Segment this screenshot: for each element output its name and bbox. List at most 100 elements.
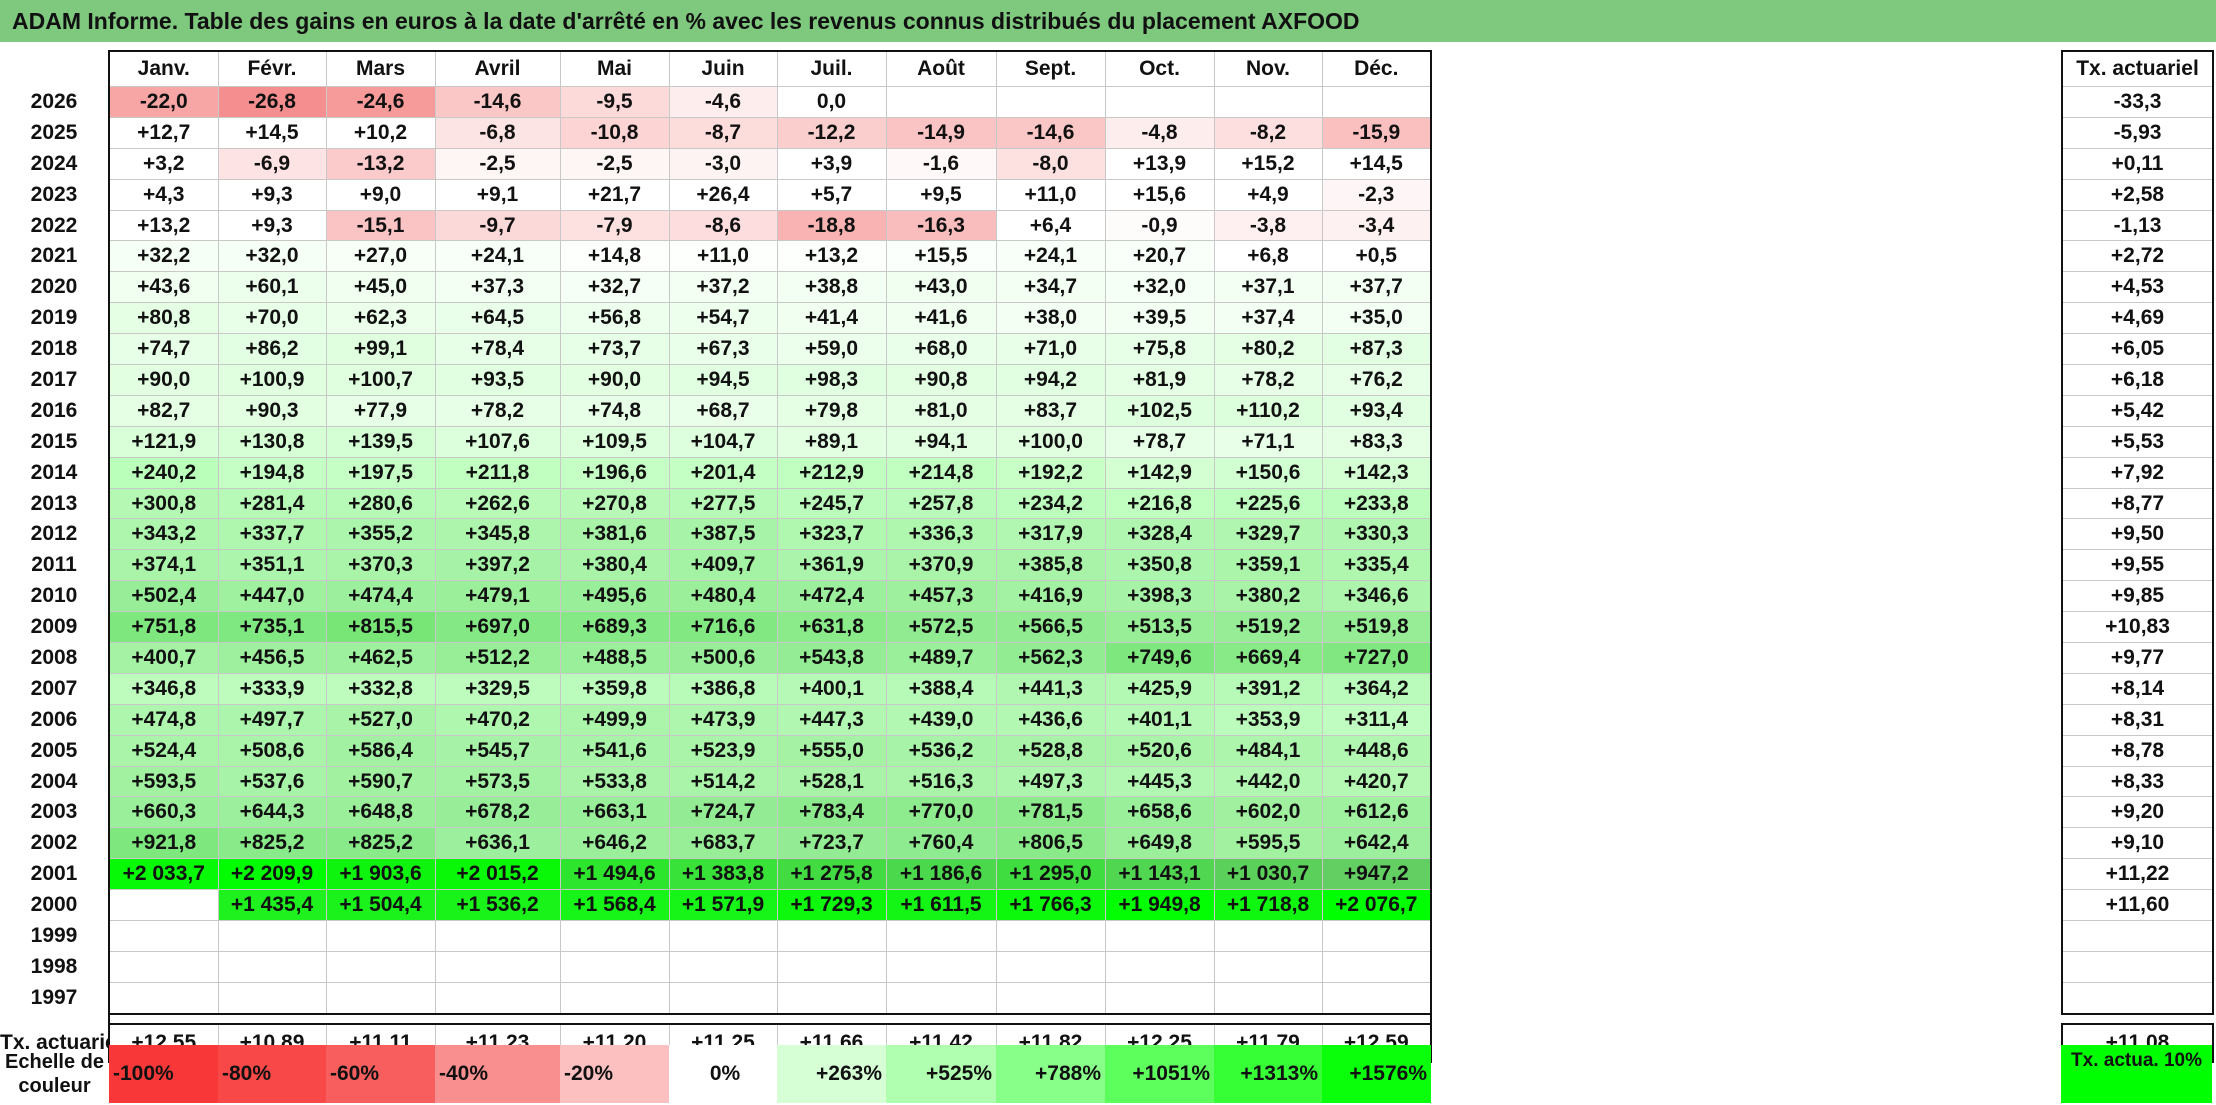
gain-cell: +0,5 [1321, 240, 1432, 273]
gain-cell: +32,7 [559, 271, 670, 304]
gain-cell: +631,8 [776, 611, 887, 644]
gain-cell: +78,7 [1104, 425, 1215, 458]
legend-swatch: -20% [560, 1045, 669, 1103]
gain-cell: +257,8 [885, 487, 997, 520]
year-label: 2022 [30, 213, 78, 237]
gain-cell: +78,4 [434, 333, 561, 366]
gain-cell: -24,6 [325, 86, 436, 118]
gain-cell: -2,5 [559, 147, 670, 180]
gain-cell: +555,0 [776, 734, 887, 767]
gain-cell: +201,4 [668, 456, 778, 489]
gain-cell [1213, 920, 1323, 952]
gain-cell: +43,0 [885, 271, 997, 304]
actuarial-rate-cell: +2,72 [2061, 240, 2214, 273]
gain-cell: +388,4 [885, 672, 997, 705]
year-label: 2021 [30, 244, 78, 268]
gain-cell: -6,8 [434, 116, 561, 149]
gain-cell: +500,6 [668, 642, 778, 674]
gain-cell: +387,5 [668, 518, 778, 551]
actuarial-rate-cell: +7,92 [2061, 456, 2214, 489]
month-header: Juin [668, 50, 778, 87]
gain-cell: +1 435,4 [217, 889, 327, 922]
gain-cell: +391,2 [1213, 672, 1323, 705]
gain-cell: +121,9 [108, 425, 219, 458]
table-row: 2011 +374,1 +351,1 +370,3 +397,2 +380,4 +409,7… [0, 549, 1432, 582]
table-row: 2016 +82,7 +90,3 +77,9 +78,2 +74,8 +68,7 +79,8 +… [0, 394, 1432, 427]
gain-cell: +82,7 [108, 394, 219, 427]
color-scale-legend: Echelle de couleur -100% -80% -60% -40% -20% 0… [0, 1045, 1431, 1103]
gain-cell: +541,6 [559, 734, 670, 767]
month-header: Sept. [995, 50, 1106, 87]
gain-cell: +212,9 [776, 456, 887, 489]
actuarial-rate-cell: +6,18 [2061, 364, 2214, 396]
gain-cell: +474,8 [108, 703, 219, 736]
gain-cell: +536,2 [885, 734, 997, 767]
gain-cell: -14,9 [885, 116, 997, 149]
gain-cell: +572,5 [885, 611, 997, 644]
actuarial-rate-cell: -1,13 [2061, 209, 2214, 242]
actuarial-rate-cell [2061, 920, 2214, 952]
gain-cell: +783,4 [776, 796, 887, 829]
gain-cell [559, 981, 670, 1015]
gain-cell [885, 981, 997, 1015]
gain-cell: +39,5 [1104, 302, 1215, 335]
gain-cell: +214,8 [885, 456, 997, 489]
gain-cell: +447,0 [217, 580, 327, 613]
gain-cell [668, 981, 778, 1015]
gain-cell: +5,7 [776, 178, 887, 211]
gain-cell: -26,8 [217, 86, 327, 118]
gain-cell: -18,8 [776, 209, 887, 242]
gain-cell [325, 920, 436, 952]
table-row: 2007 +346,8 +333,9 +332,8 +329,5 +359,8 +386,8… [0, 672, 1432, 705]
actuarial-rate-cell: +11,22 [2061, 858, 2214, 891]
legend-swatch: -80% [218, 1045, 326, 1103]
actuarial-rate-table: Tx. actuariel -33,3 -5,93 +0,11 +2,58 -1,13 +2… [2061, 50, 2214, 1063]
gain-cell: -8,0 [995, 147, 1106, 180]
gain-cell: +6,4 [995, 209, 1106, 242]
gain-cell: +86,2 [217, 333, 327, 366]
gain-cell: +947,2 [1321, 858, 1432, 891]
gain-cell: +528,1 [776, 765, 887, 798]
gain-cell: +41,6 [885, 302, 997, 335]
gain-cell: +3,2 [108, 147, 219, 180]
spacer [886, 1014, 996, 1024]
gain-cell [995, 920, 1106, 952]
gain-cell: +425,9 [1104, 672, 1215, 705]
gain-cell: +59,0 [776, 333, 887, 366]
gain-cell: +37,7 [1321, 271, 1432, 304]
gain-cell: +1 295,0 [995, 858, 1106, 891]
gain-cell [1104, 950, 1215, 983]
gain-cell: +41,4 [776, 302, 887, 335]
table-row: 2019 +80,8 +70,0 +62,3 +64,5 +56,8 +54,7 +41,4 +… [0, 302, 1432, 335]
gain-cell: +38,0 [995, 302, 1106, 335]
gain-cell: +470,2 [434, 703, 561, 736]
gain-cell: +439,0 [885, 703, 997, 736]
gain-cell: +94,1 [885, 425, 997, 458]
actuarial-rate-cell: +5,53 [2061, 425, 2214, 458]
year-label: 1997 [30, 986, 78, 1010]
actuarial-rate-cell: +9,85 [2061, 580, 2214, 613]
actuarial-rate-cell: -5,93 [2061, 116, 2214, 149]
gain-cell [559, 950, 670, 983]
gain-cell: +192,2 [995, 456, 1106, 489]
gain-cell: +447,3 [776, 703, 887, 736]
gain-cell: +2 209,9 [217, 858, 327, 891]
gain-cell: +102,5 [1104, 394, 1215, 427]
actuarial-rate-cell: +6,05 [2061, 333, 2214, 366]
gain-cell: +67,3 [668, 333, 778, 366]
table-row: 2006 +474,8 +497,7 +527,0 +470,2 +499,9 +473,9… [0, 703, 1432, 736]
gain-cell: +328,4 [1104, 518, 1215, 551]
gain-cell: +386,8 [668, 672, 778, 705]
gain-cell: +83,7 [995, 394, 1106, 427]
gain-cell: +233,8 [1321, 487, 1432, 520]
gain-cell: +13,9 [1104, 147, 1215, 180]
gain-cell: +442,0 [1213, 765, 1323, 798]
year-label: 2026 [30, 89, 78, 113]
gain-cell: +12,7 [108, 116, 219, 149]
gain-cell: +815,5 [325, 611, 436, 644]
gain-cell: +150,6 [1213, 456, 1323, 489]
year-label: 2002 [30, 831, 78, 855]
gain-cell [108, 981, 219, 1015]
year-label: 2012 [30, 522, 78, 546]
year-label: 2006 [30, 707, 78, 731]
